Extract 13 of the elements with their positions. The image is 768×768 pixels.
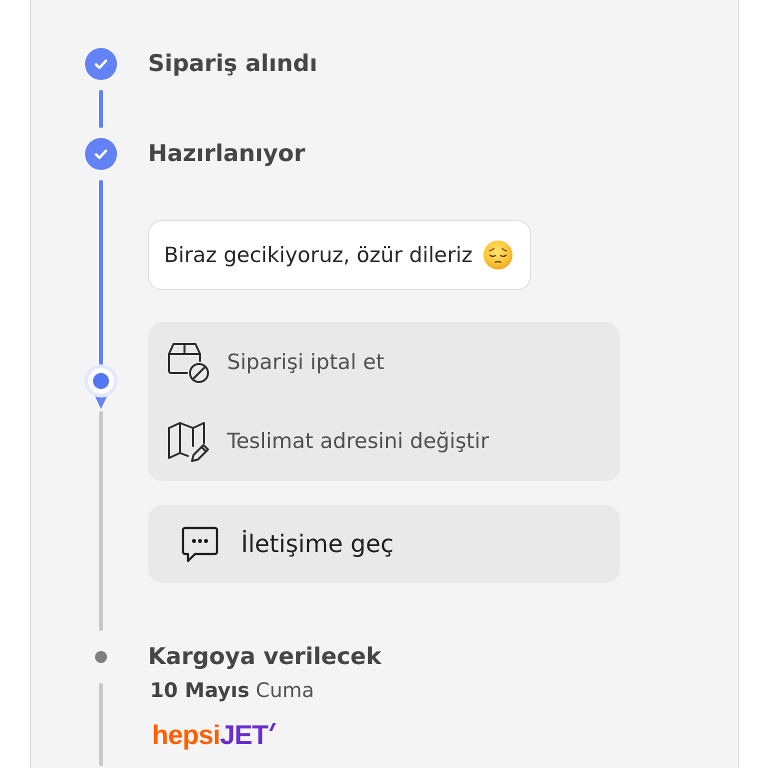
delivery-date: 10 Mayıs Cuma: [149, 678, 314, 702]
action-menu-item[interactable]: Siparişi iptal et: [166, 340, 384, 384]
step-title: Sipariş alındı: [148, 50, 318, 79]
carrier-logo: hepsiJET: [148, 720, 274, 750]
map-pencil-icon: [166, 419, 210, 463]
box-blocked-icon: [166, 340, 210, 384]
notice-text: Biraz gecikiyoruz, özür dileriz: [164, 243, 473, 267]
action-menu-item[interactable]: Teslimat adresini değiştir: [166, 419, 489, 463]
contact-button[interactable]: İletişime geç: [148, 505, 620, 583]
sad-face-icon: [482, 240, 513, 270]
chat-bubble-icon: [180, 524, 220, 564]
step-title: Hazırlanıyor: [148, 140, 306, 169]
step-title: Kargoya verilecek: [148, 643, 382, 672]
